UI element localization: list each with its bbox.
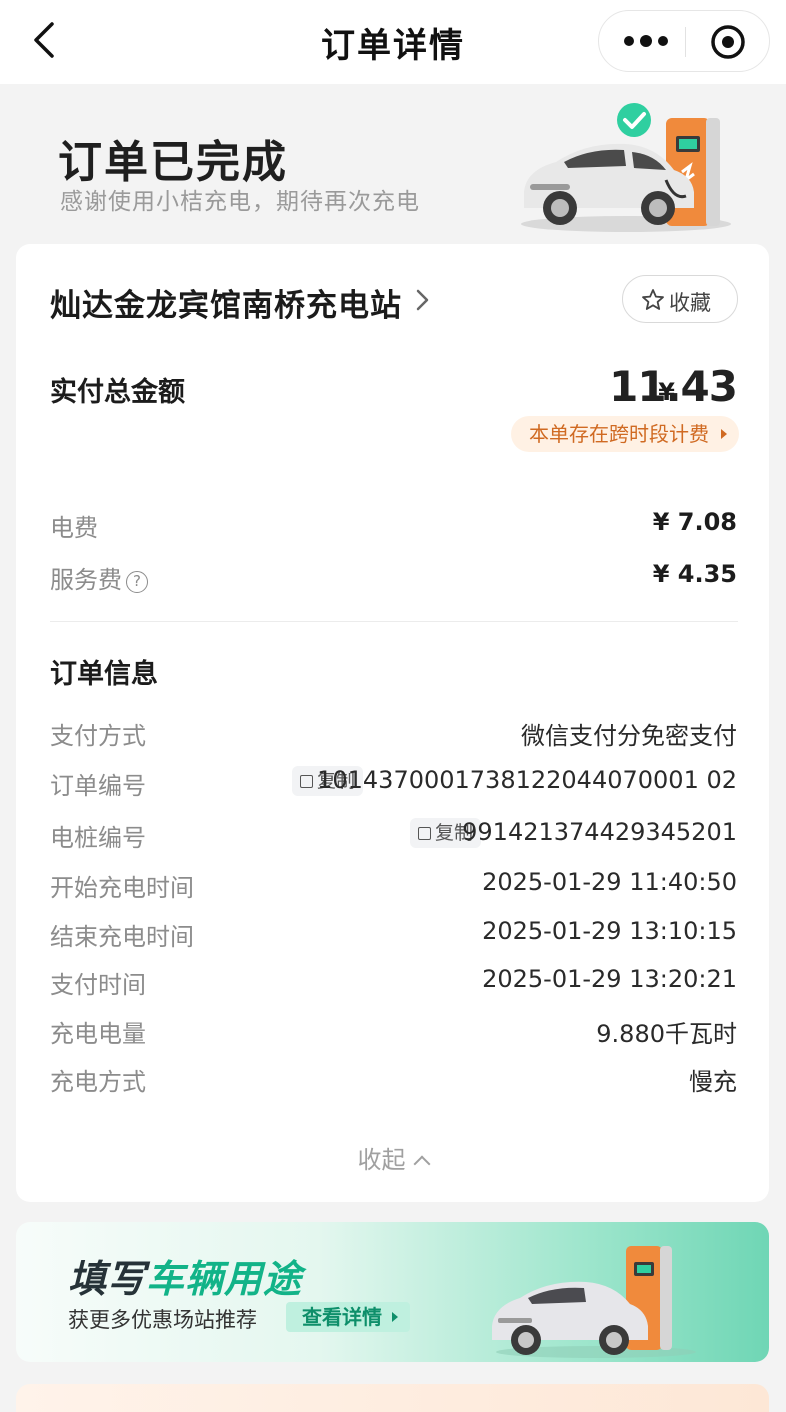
car-charger-illustration: [492, 1246, 696, 1358]
view-details-label: 查看详情: [302, 1305, 382, 1329]
copy-icon: [418, 827, 431, 840]
collapse-label: 收起: [357, 1146, 406, 1174]
caret-right-icon: [721, 429, 727, 439]
mini-program-capsule: [598, 10, 770, 72]
star-icon: [642, 289, 664, 310]
car-charging-illustration: [521, 103, 731, 232]
total-amount-value: 11.43: [609, 362, 738, 411]
capsule-divider: [685, 27, 686, 57]
service-fee-label: 服务费: [50, 566, 122, 594]
fee-value-service: ¥ 4.35: [652, 560, 737, 588]
info-value-energy: 9.880千瓦时: [596, 1020, 737, 1048]
info-label-payment-method: 支付方式: [50, 722, 146, 750]
vehicle-usage-banner[interactable]: 填写车辆用途 获更多优惠场站推荐 查看详情: [16, 1222, 769, 1362]
order-info-title: 订单信息: [50, 659, 158, 690]
order-status-subtitle: 感谢使用小桔充电，期待再次充电: [60, 189, 420, 215]
info-label-charge-mode: 充电方式: [50, 1068, 146, 1096]
total-amount-label: 实付总金额: [50, 377, 185, 408]
close-target-icon[interactable]: [709, 23, 747, 61]
info-value-payment-method: 微信支付分免密支付: [521, 722, 737, 750]
info-value-pile-number: 991421374429345201: [462, 818, 737, 846]
banner-title-part1: 填写: [68, 1257, 147, 1301]
info-value-pay-time: 2025-01-29 13:20:21: [482, 965, 737, 993]
chevron-right-icon[interactable]: [414, 288, 432, 312]
info-value-start-time: 2025-01-29 11:40:50: [482, 868, 737, 896]
info-value-charge-mode: 慢充: [689, 1068, 737, 1096]
station-name[interactable]: 灿达金龙宾馆南桥充电站: [50, 280, 402, 325]
collapse-toggle[interactable]: 收起: [16, 1140, 769, 1175]
copy-icon: [300, 775, 313, 788]
nav-bar: 订单详情: [0, 0, 786, 84]
info-label-end-time: 结束充电时间: [50, 923, 194, 951]
cross-period-billing-tag[interactable]: 本单存在跨时段计费: [511, 416, 739, 452]
fee-value-electricity: ¥ 7.08: [652, 508, 737, 536]
help-icon[interactable]: ?: [126, 571, 148, 593]
cross-period-billing-text: 本单存在跨时段计费: [529, 422, 709, 446]
banner-subtitle: 获更多优惠场站推荐: [68, 1308, 257, 1332]
info-label-pay-time: 支付时间: [50, 971, 146, 999]
more-icon[interactable]: [621, 26, 671, 56]
info-value-order-number: 1014370001738122044070001 02: [317, 766, 737, 794]
info-value-end-time: 2025-01-29 13:10:15: [482, 917, 737, 945]
caret-right-icon: [392, 1312, 398, 1322]
banner-title-part2: 车辆用途: [146, 1257, 303, 1301]
favorite-button[interactable]: 收藏: [622, 275, 738, 323]
info-label-start-time: 开始充电时间: [50, 874, 194, 902]
chevron-up-icon: [413, 1155, 430, 1173]
info-label-order-number: 订单编号: [50, 772, 146, 800]
divider: [50, 621, 738, 622]
fee-label-electricity: 电费: [50, 514, 98, 542]
order-detail-card: 灿达金龙宾馆南桥充电站 收藏 实付总金额 ¥ 11.43 本单存在跨时段计费 电…: [16, 244, 769, 1202]
fee-label-service: 服务费?: [50, 560, 148, 595]
favorite-label: 收藏: [669, 291, 711, 315]
next-card-peek: [16, 1384, 769, 1412]
view-details-button[interactable]: 查看详情: [286, 1302, 410, 1332]
banner-title: 填写车辆用途: [68, 1248, 302, 1303]
order-status-title: 订单已完成: [58, 137, 288, 188]
info-label-pile-number: 电桩编号: [50, 824, 146, 852]
info-label-energy: 充电电量: [50, 1020, 146, 1048]
